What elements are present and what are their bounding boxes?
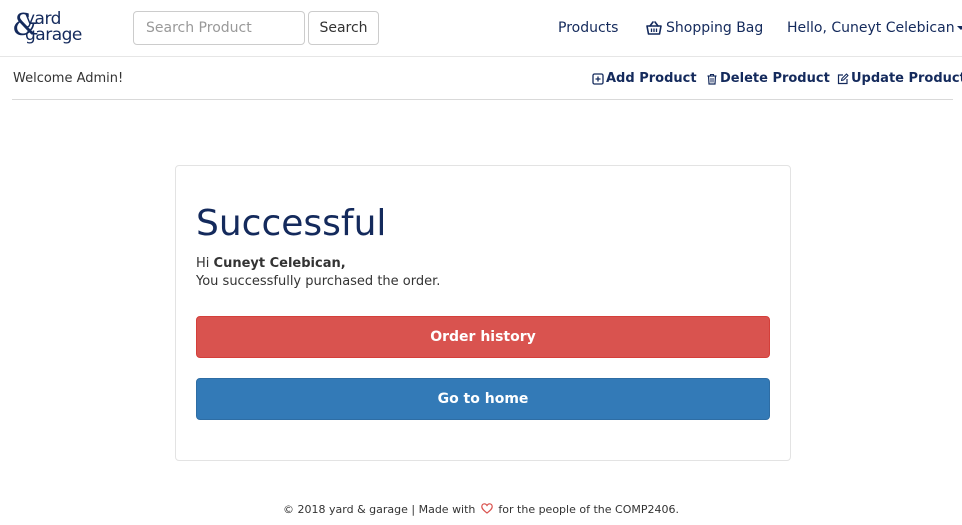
user-menu-label: Hello, Cuneyt Celebican <box>787 20 955 36</box>
update-product-link[interactable]: Update Product <box>837 70 962 88</box>
admin-bar: Welcome Admin! Add Product Delete Produc… <box>12 57 962 100</box>
greeting-user-name: Cuneyt Celebican, <box>213 256 346 271</box>
footer-text-before: © 2018 yard & garage | Made with <box>283 503 476 516</box>
nav-products-link[interactable]: Products <box>558 18 618 38</box>
greeting-prefix: Hi <box>196 256 210 271</box>
welcome-admin-text: Welcome Admin! <box>13 71 124 86</box>
caret-down-icon <box>956 26 962 30</box>
plus-square-icon <box>592 73 604 85</box>
nav-products-label: Products <box>558 20 619 36</box>
delete-product-link[interactable]: Delete Product <box>706 70 830 88</box>
edit-icon <box>837 73 849 85</box>
search-button[interactable]: Search <box>308 11 379 45</box>
purchase-message: You successfully purchased the order. <box>196 274 441 289</box>
nav-shopping-bag-label: Shopping Bag <box>666 20 764 36</box>
basket-icon <box>646 21 662 35</box>
order-success-panel: Successful Hi Cuneyt Celebican, You succ… <box>175 165 791 461</box>
user-menu-dropdown[interactable]: Hello, Cuneyt Celebican <box>787 18 962 38</box>
heart-icon <box>481 503 493 514</box>
brand-logo[interactable]: & yard garage <box>12 8 100 47</box>
footer-text-after: for the people of the COMP2406. <box>498 503 679 516</box>
top-navbar: & yard garage Search Products Shopping B… <box>0 0 962 57</box>
footer: © 2018 yard & garage | Made with for the… <box>0 502 962 518</box>
add-product-link[interactable]: Add Product <box>592 70 697 88</box>
nav-shopping-bag-link[interactable]: Shopping Bag <box>646 18 763 38</box>
add-product-label: Add Product <box>606 71 697 86</box>
trash-icon <box>706 73 718 85</box>
delete-product-label: Delete Product <box>720 71 830 86</box>
search-input[interactable] <box>133 11 305 45</box>
update-product-label: Update Product <box>851 71 962 86</box>
logo-word-garage: garage <box>25 25 82 45</box>
page-title: Successful <box>196 203 387 244</box>
greeting-text: Hi Cuneyt Celebican, <box>196 255 346 273</box>
order-history-button[interactable]: Order history <box>196 316 770 358</box>
go-to-home-button[interactable]: Go to home <box>196 378 770 420</box>
